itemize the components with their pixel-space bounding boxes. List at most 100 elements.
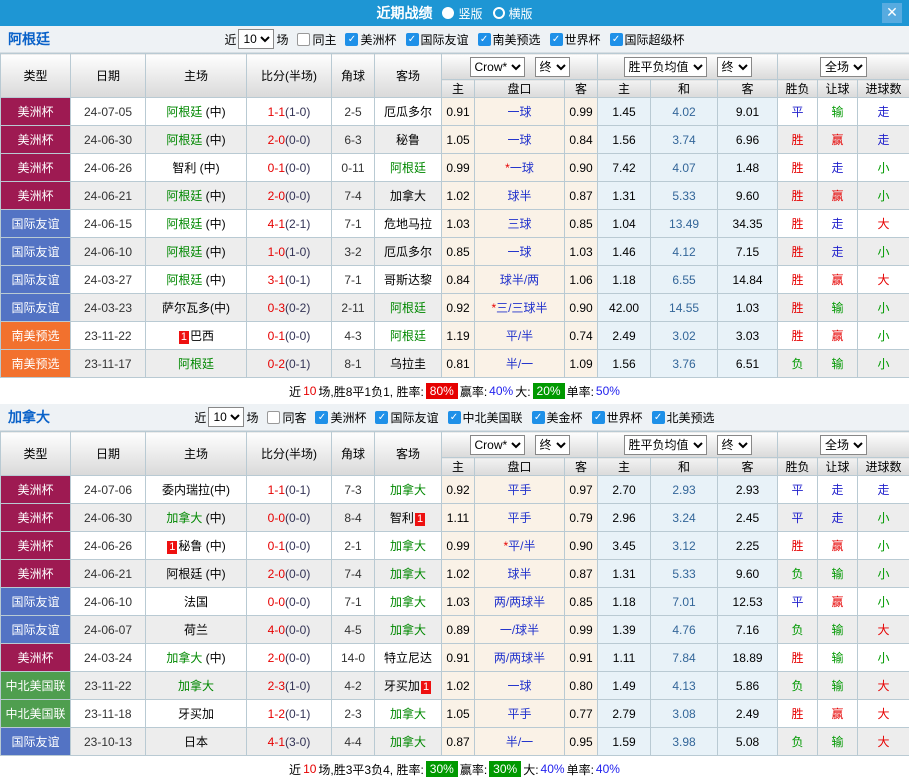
wdl-average-select[interactable]: 胜平负均值 [624,435,707,455]
ah-line-cell: *一球 [475,154,565,182]
filter-controls: 近10场同主✓美洲杯✓国际友谊✓南美预选✓世界杯✓国际超级杯 [222,29,686,49]
ah-line-cell: 两/两球半 [475,588,565,616]
league-type-cell: 南美预选 [1,322,71,350]
halftime-score: (1-0) [285,105,310,119]
venue-suffix: (中) [202,189,225,203]
league-checkbox[interactable]: ✓ [478,33,491,46]
ah-home-odds-cell: 0.92 [442,476,475,504]
outcome-result-cell: 负 [778,560,818,588]
league-checkbox[interactable]: ✓ [375,411,388,424]
ah-line-text: 平手 [507,483,531,497]
match-row: 国际友谊24-03-23萨尔瓦多(中)0-3(0-2)2-11阿根廷0.92*三… [1,294,909,322]
corner-cell: 8-1 [332,350,375,378]
team-name: 阿根廷 [166,245,202,259]
subcolumn-header: 让球 [818,458,858,476]
team-name: 阿根廷 [178,357,214,371]
home-win-odds-cell: 1.11 [598,644,651,672]
column-header: 类型 [1,432,71,476]
league-checkbox[interactable]: ✓ [406,33,419,46]
league-type-cell: 国际友谊 [1,294,71,322]
ah-line-text: 三球 [507,217,531,231]
bookmaker-select[interactable]: Crow* [470,435,525,455]
home-win-odds-cell: 2.49 [598,322,651,350]
team-name: 阿根廷 [390,329,426,343]
ah-line-cell: 两/两球半 [475,644,565,672]
ah-line-cell: *三/三球半 [475,294,565,322]
away-team-cell: 秘鲁 [375,126,442,154]
goals-result-cell: 小 [858,350,909,378]
handicap-result-cell: 输 [818,616,858,644]
corner-cell: 4-2 [332,672,375,700]
layout-radio-vertical[interactable]: 竖版 [442,5,482,22]
home-team-cell: 加拿大 (中) [146,644,247,672]
scope-select[interactable]: 全场 [820,57,867,77]
ah-final-select[interactable]: 终 [535,57,570,77]
ah-line-text: 半/一 [506,357,533,371]
ah-away-odds-cell: 0.85 [565,210,598,238]
scope-select[interactable]: 全场 [820,435,867,455]
fulltime-score: 0-1 [268,539,285,553]
handicap-result-cell: 输 [818,728,858,756]
corner-cell: 7-3 [332,476,375,504]
ah-line-cell: 三球 [475,210,565,238]
same-venue-checkbox[interactable] [297,33,310,46]
team-name: 加拿大 [390,189,426,203]
league-checkbox[interactable]: ✓ [652,411,665,424]
league-checkbox[interactable]: ✓ [315,411,328,424]
close-button[interactable]: ✕ [882,3,902,23]
same-venue-checkbox[interactable] [267,411,280,424]
date-cell: 23-11-22 [71,322,146,350]
outcome-result-cell: 负 [778,728,818,756]
date-cell: 23-11-18 [71,700,146,728]
recent-count-select[interactable]: 10 [238,29,274,49]
wdl-final-select[interactable]: 终 [717,57,752,77]
ah-home-odds-cell: 1.19 [442,322,475,350]
away-team-cell: 牙买加1 [375,672,442,700]
draw-odds-cell: 4.13 [651,672,718,700]
ah-line-text: 一球 [510,161,534,175]
away-team-cell: 特立尼达 [375,644,442,672]
date-cell: 24-06-30 [71,126,146,154]
corner-cell: 14-0 [332,644,375,672]
score-cell: 2-0(0-0) [247,182,332,210]
fulltime-score: 2-0 [268,189,285,203]
ah-home-odds-cell: 0.99 [442,532,475,560]
subcolumn-header: 胜负 [778,458,818,476]
fulltime-score: 3-1 [268,273,285,287]
ah-final-select[interactable]: 终 [535,435,570,455]
halftime-score: (0-1) [285,357,310,371]
league-checkbox[interactable]: ✓ [610,33,623,46]
draw-odds-cell: 3.98 [651,728,718,756]
away-win-odds-cell: 34.35 [718,210,778,238]
league-checkbox[interactable]: ✓ [448,411,461,424]
column-header: 角球 [332,54,375,98]
column-header: 主场 [146,432,247,476]
league-checkbox[interactable]: ✓ [532,411,545,424]
subcolumn-header: 客 [718,80,778,98]
match-row: 南美预选23-11-17阿根廷0-2(0-1)8-1乌拉圭0.81半/一1.09… [1,350,909,378]
layout-radio-horizontal[interactable]: 横版 [493,5,533,22]
fulltime-score: 0-2 [268,357,285,371]
away-win-odds-cell: 2.93 [718,476,778,504]
recent-count-select[interactable]: 10 [208,407,244,427]
league-type-cell: 美洲杯 [1,182,71,210]
league-label: 国际友谊 [421,31,469,48]
outcome-result-cell: 平 [778,98,818,126]
league-checkbox[interactable]: ✓ [550,33,563,46]
league-checkbox[interactable]: ✓ [345,33,358,46]
bookmaker-select[interactable]: Crow* [470,57,525,77]
ah-line-cell: 平/半 [475,322,565,350]
ah-line-text: 平手 [507,511,531,525]
league-checkbox[interactable]: ✓ [592,411,605,424]
league-type-cell: 美洲杯 [1,98,71,126]
subcolumn-header: 盘口 [475,80,565,98]
wdl-average-select[interactable]: 胜平负均值 [624,57,707,77]
team-name: 加拿大 [390,567,426,581]
league-type-cell: 中北美国联 [1,700,71,728]
home-team-cell: 加拿大 [146,672,247,700]
away-win-odds-cell: 12.53 [718,588,778,616]
score-cell: 2-0(0-0) [247,560,332,588]
ah-line-cell: *平/半 [475,532,565,560]
league-label: 国际超级杯 [625,31,685,48]
wdl-final-select[interactable]: 终 [717,435,752,455]
